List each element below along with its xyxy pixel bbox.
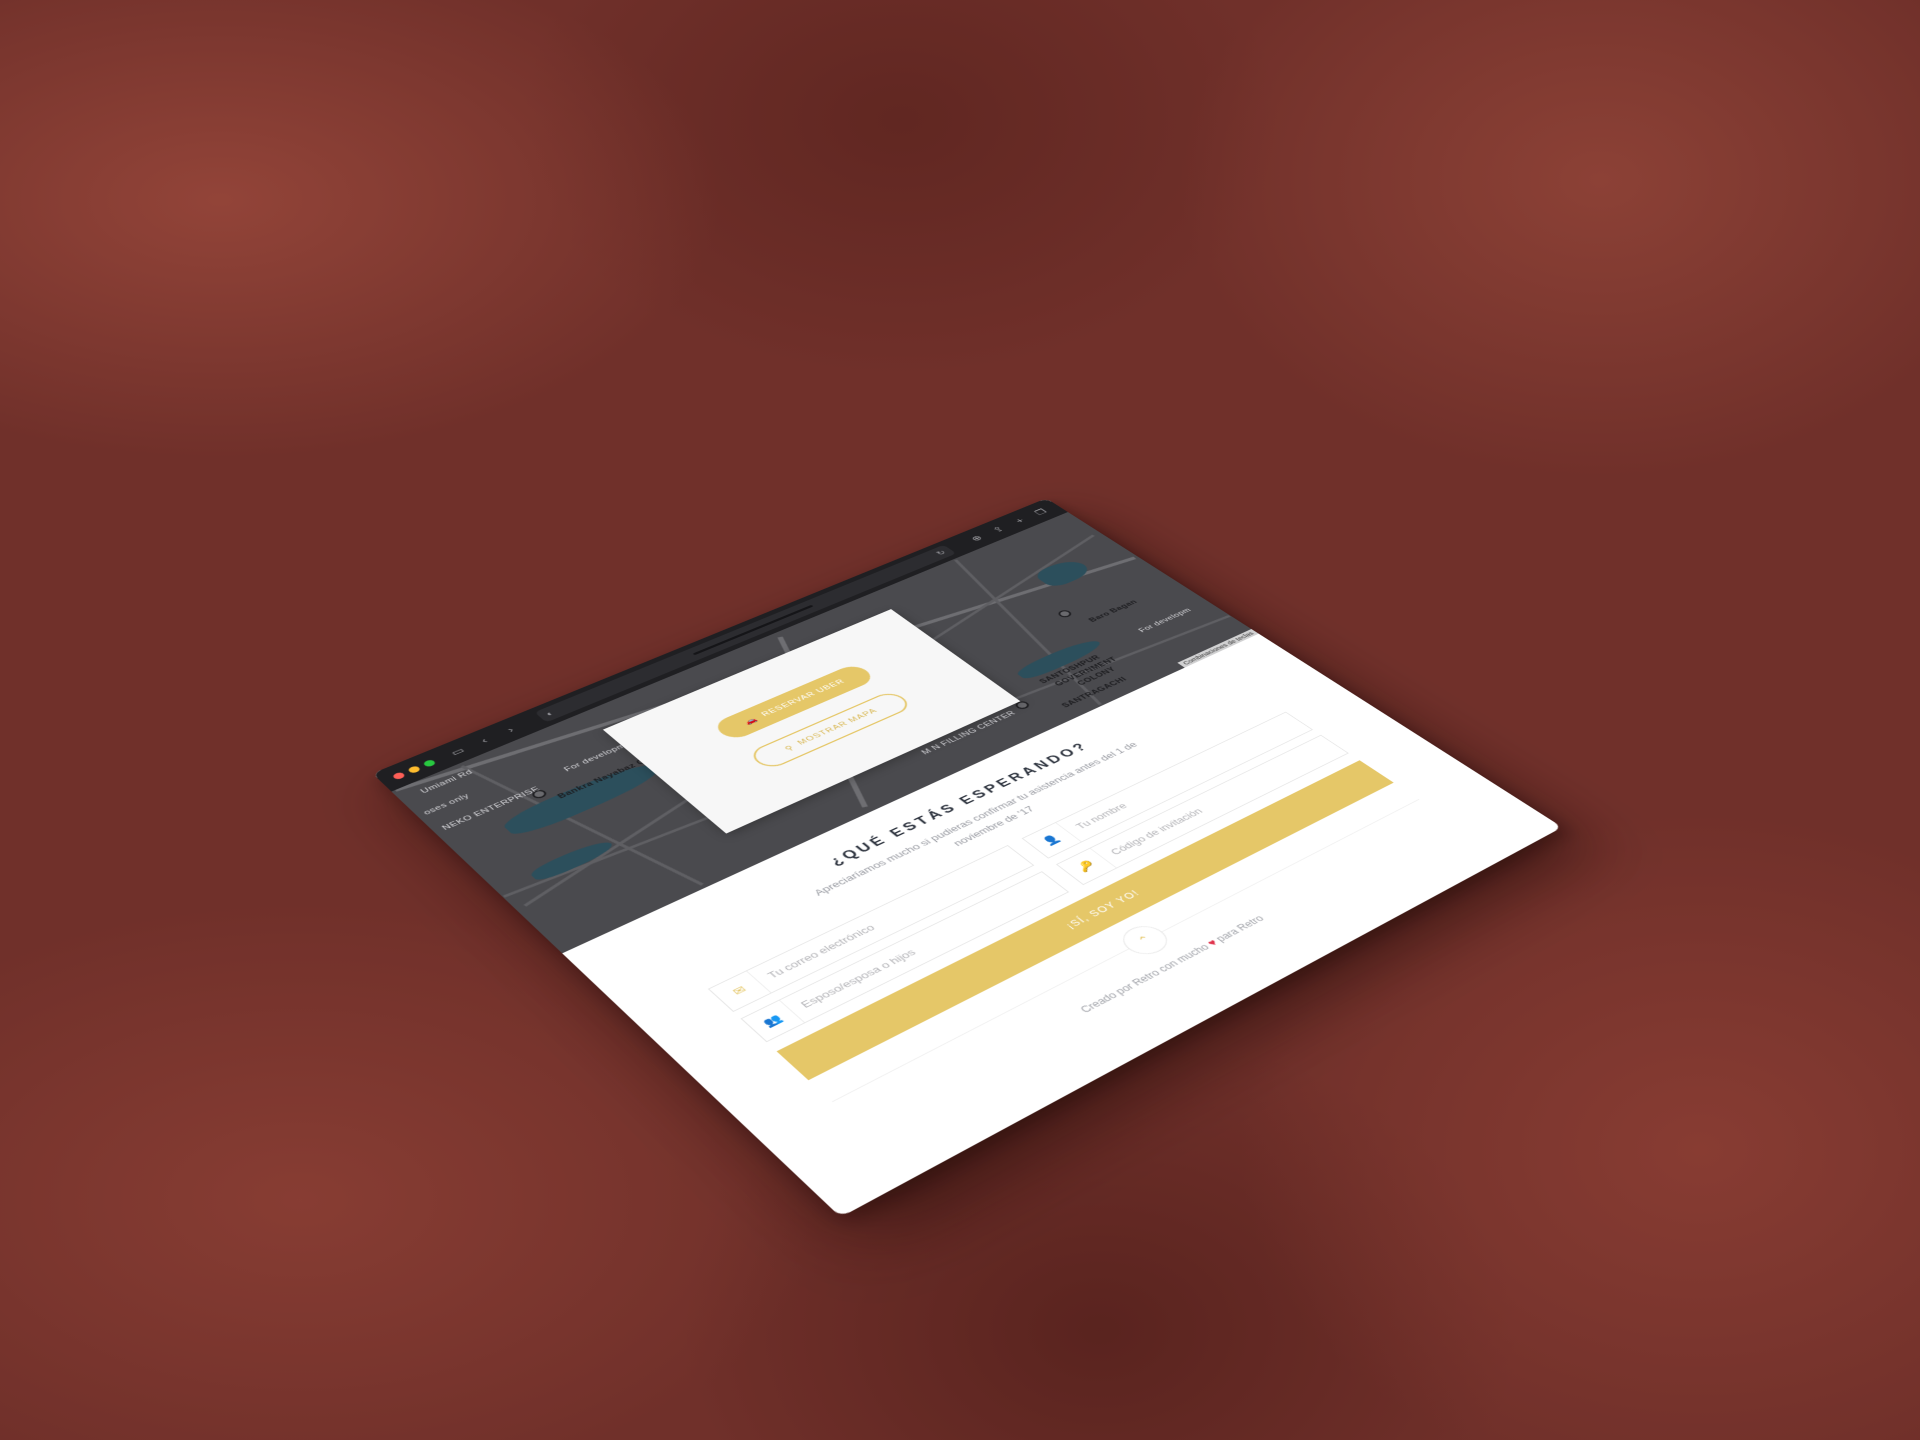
browser-window: ▭ ‹ › ◐ ↻ ⊕ ⇪ + ❐ Umiami Rd oses only NE… xyxy=(372,498,1563,1218)
map-label: For developm xyxy=(1136,606,1194,634)
shield-icon[interactable]: ◐ xyxy=(543,709,556,717)
car-icon: 🚗 xyxy=(742,715,761,726)
map-label: oses only xyxy=(421,792,472,817)
tabs-icon[interactable]: ❐ xyxy=(1027,505,1053,519)
chevron-right-icon[interactable]: › xyxy=(496,721,525,738)
map-pin-icon[interactable] xyxy=(1055,608,1074,619)
download-icon[interactable]: ⊕ xyxy=(963,531,990,545)
chevron-up-icon: ⌃ xyxy=(1134,933,1155,947)
plus-icon[interactable]: + xyxy=(1006,514,1032,528)
reload-icon[interactable]: ↻ xyxy=(934,549,948,557)
credit-text-after: para Retro xyxy=(1212,913,1267,944)
reserve-uber-label: RESERVAR UBER xyxy=(759,678,847,718)
chevron-left-icon[interactable]: ‹ xyxy=(469,732,498,749)
minimize-window-button[interactable] xyxy=(406,764,422,774)
map-label: Baro Bagan xyxy=(1087,598,1140,624)
map-water xyxy=(1031,557,1095,590)
show-map-label: MOSTRAR MAPA xyxy=(795,707,880,747)
zoom-window-button[interactable] xyxy=(421,758,437,768)
scroll-top-button[interactable]: ⌃ xyxy=(1113,920,1176,960)
sidebar-icon[interactable]: ▭ xyxy=(443,743,472,760)
close-window-button[interactable] xyxy=(391,771,406,781)
share-icon[interactable]: ⇪ xyxy=(985,522,1012,536)
presentation-stage: ▭ ‹ › ◐ ↻ ⊕ ⇪ + ❐ Umiami Rd oses only NE… xyxy=(0,0,1920,1440)
map-marker-icon: ⚲ xyxy=(782,743,797,753)
